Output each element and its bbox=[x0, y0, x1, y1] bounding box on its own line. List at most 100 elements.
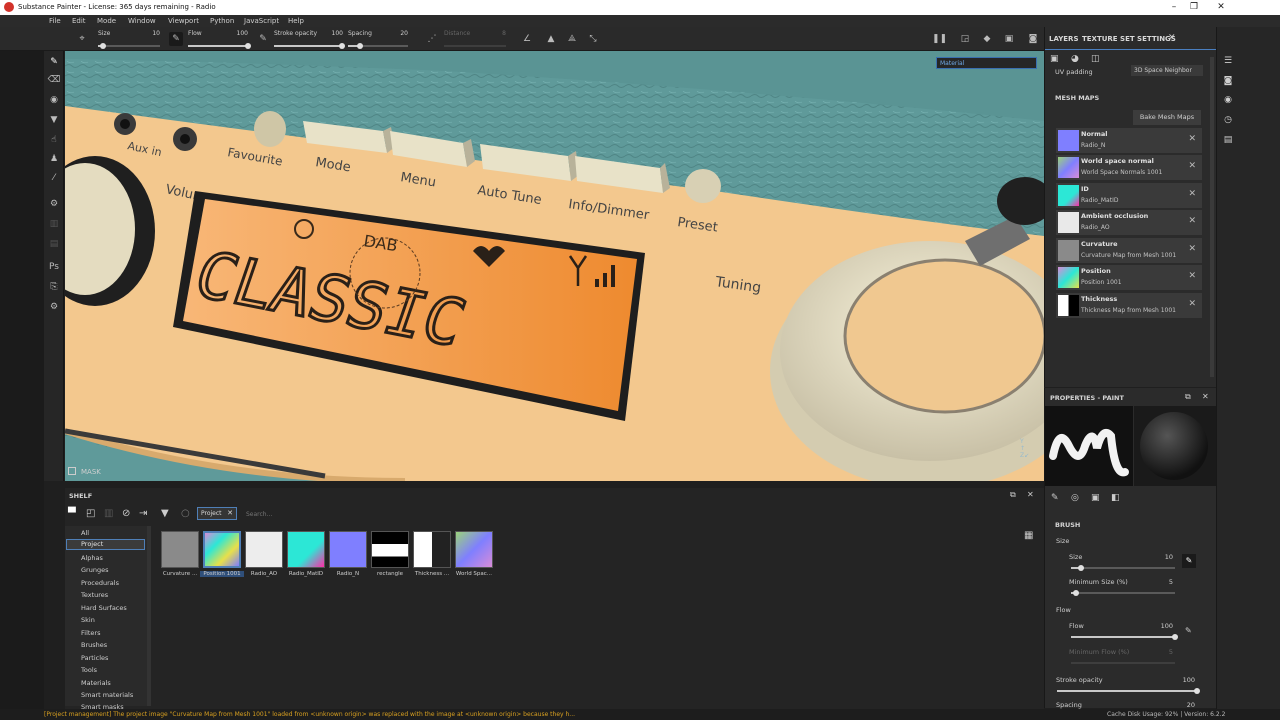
hide-icon[interactable]: ⊘ bbox=[122, 508, 130, 519]
mesh-map-world-space-normal[interactable]: World space normal World Space Normals 1… bbox=[1056, 155, 1202, 180]
history-icon[interactable]: ◷ bbox=[1222, 114, 1234, 126]
tab-layers[interactable]: LAYERS bbox=[1049, 35, 1079, 43]
layers-panel-icon[interactable]: ☰ bbox=[1222, 55, 1234, 67]
category-alphas[interactable]: Alphas bbox=[81, 554, 103, 562]
mask-toggle-icon[interactable] bbox=[68, 467, 76, 475]
grid-view-icon[interactable]: ▦ bbox=[1024, 530, 1033, 541]
shader-panel-icon[interactable]: ◉ bbox=[1222, 94, 1234, 106]
flow-pressure-icon[interactable]: ✎ bbox=[256, 32, 270, 46]
menu-file[interactable]: File bbox=[49, 17, 61, 25]
asset-thumbnail[interactable] bbox=[371, 531, 409, 568]
pen-pressure-icon[interactable]: ✎ bbox=[169, 32, 183, 46]
toolbar-size-slider[interactable] bbox=[98, 43, 160, 49]
3d-viewport[interactable]: Aux in Volume Favourite Mode Menu Auto T… bbox=[65, 51, 1044, 481]
folder-icon[interactable]: ▀ bbox=[68, 508, 76, 519]
lazy-mouse-icon[interactable]: ⋰ bbox=[425, 32, 439, 46]
mesh-map-normal[interactable]: Normal Radio_N ✕ bbox=[1056, 128, 1202, 153]
popout-icon[interactable]: ⧉ bbox=[1185, 392, 1191, 402]
smudge-icon[interactable]: ☝ bbox=[47, 133, 61, 147]
shelf-popout-icon[interactable]: ⧉ bbox=[1010, 490, 1016, 500]
menu-javascript[interactable]: JavaScript bbox=[244, 17, 279, 25]
mesh-map-thickness[interactable]: Thickness Thickness Map from Mesh 1001 ✕ bbox=[1056, 293, 1202, 318]
min-size-slider[interactable] bbox=[1071, 590, 1175, 596]
screenshot-camera-icon[interactable]: ◙ bbox=[1026, 32, 1040, 46]
tab-texture-set-settings[interactable]: TEXTURE SET SETTINGS bbox=[1082, 35, 1176, 43]
polygon-fill-icon[interactable]: ▼ bbox=[47, 113, 61, 127]
material-sphere-preview[interactable] bbox=[1134, 406, 1217, 486]
target-icon[interactable]: ○ bbox=[181, 508, 190, 519]
brush-flow-slider[interactable] bbox=[1071, 634, 1178, 640]
close-tab-icon[interactable]: ✕ bbox=[1168, 33, 1176, 43]
size-pressure-icon[interactable]: ✎ bbox=[1182, 554, 1196, 568]
remove-map-icon[interactable]: ✕ bbox=[1188, 161, 1196, 171]
symmetry-icon[interactable]: ⌖ bbox=[75, 32, 89, 46]
asset-thumbnail[interactable] bbox=[455, 531, 493, 568]
remove-map-icon[interactable]: ✕ bbox=[1188, 189, 1196, 199]
display-settings-panel-icon[interactable]: ◫ bbox=[1091, 54, 1100, 64]
bake-mesh-maps-button[interactable]: Bake Mesh Maps bbox=[1133, 110, 1201, 125]
category-procedurals[interactable]: Procedurals bbox=[81, 579, 119, 587]
menu-mode[interactable]: Mode bbox=[97, 17, 116, 25]
mesh-map-ambient-occlusion[interactable]: Ambient occlusion Radio_AO ✕ bbox=[1056, 210, 1202, 235]
menu-viewport[interactable]: Viewport bbox=[168, 17, 199, 25]
menu-help[interactable]: Help bbox=[288, 17, 304, 25]
menu-python[interactable]: Python bbox=[210, 17, 234, 25]
category-tools[interactable]: Tools bbox=[81, 666, 97, 674]
category-materials[interactable]: Materials bbox=[81, 679, 111, 687]
asset-thumbnail[interactable] bbox=[413, 531, 451, 568]
category-skin[interactable]: Skin bbox=[81, 616, 95, 624]
eraser-icon[interactable]: ⌫ bbox=[47, 73, 61, 87]
category-all[interactable]: All bbox=[81, 529, 89, 537]
display-settings-icon[interactable]: ▣ bbox=[1002, 32, 1016, 46]
menu-window[interactable]: Window bbox=[128, 17, 156, 25]
pause-icon[interactable]: ❚❚ bbox=[932, 32, 947, 46]
status-message[interactable]: [Project management] The project image "… bbox=[44, 711, 575, 718]
asset-thumbnail-selected[interactable] bbox=[203, 531, 241, 568]
shader-settings-icon[interactable]: ◕ bbox=[1071, 54, 1079, 64]
export-icon[interactable]: ⎘ bbox=[47, 280, 61, 294]
log-icon[interactable]: ▤ bbox=[1222, 134, 1234, 146]
category-textures[interactable]: Textures bbox=[81, 591, 108, 599]
asset-thumbnail[interactable] bbox=[287, 531, 325, 568]
close-properties-icon[interactable]: ✕ bbox=[1202, 392, 1209, 401]
toolbar-stroke-slider[interactable] bbox=[274, 43, 345, 49]
brush-size-slider[interactable] bbox=[1071, 565, 1175, 571]
panel-scrollbar[interactable] bbox=[1210, 57, 1214, 377]
import-icon[interactable]: ⇥ bbox=[139, 508, 147, 519]
color-picker-icon[interactable]: ⁄ bbox=[47, 171, 61, 185]
category-grunges[interactable]: Grunges bbox=[81, 566, 108, 574]
asset-thumbnail[interactable] bbox=[245, 531, 283, 568]
menu-edit[interactable]: Edit bbox=[72, 17, 86, 25]
new-folder-icon[interactable]: ◰ bbox=[86, 508, 95, 519]
stroke-opacity-slider[interactable] bbox=[1057, 688, 1200, 694]
brush-alpha-preview[interactable] bbox=[1045, 406, 1133, 486]
display-panel-icon[interactable]: ◙ bbox=[1222, 75, 1234, 87]
remove-map-icon[interactable]: ✕ bbox=[1188, 271, 1196, 281]
clone-stamp-icon[interactable]: ♟ bbox=[47, 152, 61, 166]
filter-tag-project[interactable]: Project ✕ bbox=[197, 507, 237, 520]
remove-map-icon[interactable]: ✕ bbox=[1188, 216, 1196, 226]
material-tab-icon[interactable]: ◧ bbox=[1111, 493, 1120, 503]
category-smart-materials[interactable]: Smart materials bbox=[81, 691, 133, 699]
cube-icon[interactable]: ◆ bbox=[980, 32, 994, 46]
toolbar-spacing-slider[interactable] bbox=[348, 43, 408, 49]
geometry-mask-icon[interactable]: ⚙ bbox=[47, 197, 61, 211]
close-window-button[interactable]: ✕ bbox=[1207, 1, 1235, 13]
photoshop-export-icon[interactable]: Ps bbox=[47, 260, 61, 274]
settings-gear-icon[interactable]: ⚙ bbox=[47, 300, 61, 314]
projection-icon[interactable]: ◉ bbox=[47, 93, 61, 107]
asset-thumbnail[interactable] bbox=[161, 531, 199, 568]
category-project[interactable]: Project bbox=[66, 539, 145, 550]
category-particles[interactable]: Particles bbox=[81, 654, 108, 662]
remove-map-icon[interactable]: ✕ bbox=[1188, 244, 1196, 254]
remove-filter-icon[interactable]: ✕ bbox=[227, 509, 233, 517]
shelf-close-icon[interactable]: ✕ bbox=[1027, 490, 1034, 499]
viewport-channel-select[interactable]: Material bbox=[936, 57, 1037, 69]
toolbar-flow-slider[interactable] bbox=[188, 43, 251, 49]
mesh-map-id[interactable]: ID Radio_MatID ✕ bbox=[1056, 183, 1202, 208]
category-filters[interactable]: Filters bbox=[81, 629, 100, 637]
grid-snap-icon[interactable]: ⟁ bbox=[565, 32, 579, 46]
mesh-map-curvature[interactable]: Curvature Curvature Map from Mesh 1001 ✕ bbox=[1056, 238, 1202, 263]
maximize-button[interactable]: ❐ bbox=[1180, 1, 1208, 13]
uv-padding-select[interactable]: 3D Space Neighbor bbox=[1131, 65, 1203, 76]
